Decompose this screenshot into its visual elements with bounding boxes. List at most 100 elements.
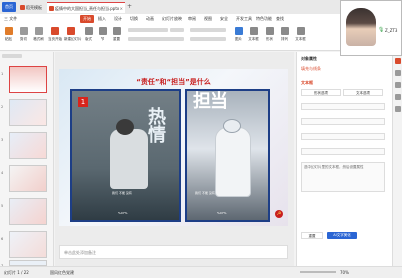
shape-button[interactable]: 形状: [263, 27, 276, 42]
format-brush-button[interactable]: 格式刷: [32, 27, 45, 42]
property-field[interactable]: [301, 148, 385, 155]
slide-thumbnail[interactable]: [9, 231, 47, 258]
card-footer: %07%: [118, 211, 128, 215]
textbox-button-2[interactable]: 文本框: [294, 27, 307, 42]
reset-button[interactable]: 重置: [110, 27, 123, 42]
microphone-icon[interactable]: 🎙: [378, 27, 384, 33]
video-call-window[interactable]: 🎙 Z_ZT3: [340, 0, 402, 56]
select-icon[interactable]: [395, 70, 401, 76]
notes-field[interactable]: 单击此处添加备注: [59, 245, 288, 259]
template-icon: [20, 5, 25, 10]
menu-design[interactable]: 设计: [114, 14, 122, 24]
property-field[interactable]: [301, 103, 385, 110]
ai-beautify-button[interactable]: AI文字美化: [327, 232, 357, 239]
party-emblem-icon: ☭: [275, 210, 283, 218]
play-from-current-button[interactable]: 当页开始: [48, 27, 62, 42]
slide[interactable]: “责任”和“担当”是什么 1 热情 我们 不能 没有 %07% 担当 我们 不能…: [59, 69, 288, 226]
big-heading-2: 担当: [193, 91, 228, 112]
menu-start[interactable]: 开始: [80, 15, 94, 23]
slide-thumbnail[interactable]: [9, 165, 47, 192]
property-icon[interactable]: [395, 58, 401, 64]
slide-thumbnail[interactable]: [9, 99, 47, 126]
section-icon: [98, 27, 107, 35]
slide-thumbnail[interactable]: [9, 198, 47, 225]
cut-button[interactable]: 剪切: [17, 27, 30, 42]
ribbon-label: 格式刷: [33, 37, 44, 41]
panel-tabs: [2, 54, 50, 60]
ppt-icon: [49, 6, 54, 11]
participant-video: [346, 8, 376, 46]
new-tab-button[interactable]: +: [127, 3, 132, 10]
menu-features[interactable]: 特色功能: [256, 14, 272, 24]
slide-thumbnail[interactable]: [9, 66, 47, 93]
photo-card-2[interactable]: 担当 我们 不能 没有 %07%: [185, 89, 270, 222]
menu-slideshow[interactable]: 幻灯片放映: [162, 14, 182, 24]
tab-fill-line[interactable]: 填充与线条: [301, 66, 321, 72]
menu-devtools[interactable]: 开发工具: [236, 14, 252, 24]
font-name-select[interactable]: [128, 28, 168, 32]
slide-counter: 幻灯片 1 / 22: [4, 270, 29, 275]
tab-label: 疫情中的大国担当_责任与担当.pptx: [55, 6, 120, 11]
tab-label: 稻壳模板: [26, 5, 42, 10]
thumb-number: 5: [1, 204, 4, 208]
font-size-select[interactable]: [170, 28, 184, 32]
status-bar: 幻灯片 1 / 22 国风红色党建 70%: [0, 266, 402, 278]
ribbon-label: 排列: [281, 37, 288, 41]
menu-view[interactable]: 视图: [204, 14, 212, 24]
textbox-button[interactable]: 文本框: [247, 27, 260, 42]
right-tool-strip: [392, 52, 402, 266]
image-button[interactable]: 图片: [232, 27, 245, 42]
arrange-button[interactable]: 排列: [278, 27, 291, 42]
thumb-number: 1: [1, 72, 4, 76]
slide-canvas: “责任”和“担当”是什么 1 热情 我们 不能 没有 %07% 担当 我们 不能…: [55, 52, 294, 266]
reset-icon: [112, 27, 121, 35]
tab-templates[interactable]: 稻壳模板: [18, 2, 46, 13]
reset-panel-button[interactable]: 重置: [301, 232, 323, 239]
menu-animation[interactable]: 动画: [146, 14, 154, 24]
zoom-slider[interactable]: [300, 271, 336, 273]
shape-options-button[interactable]: 形状选项: [301, 89, 341, 96]
ribbon-label: 当页开始: [48, 37, 62, 41]
card-caption: 我们 不能 没有: [112, 191, 132, 195]
photo-card-1[interactable]: 1 热情 我们 不能 没有 %07%: [70, 89, 181, 222]
tab-document[interactable]: 疫情中的大国担当_责任与担当.pptx ×: [47, 2, 125, 13]
big-heading-1: 热情: [148, 107, 166, 146]
menu-insert[interactable]: 插入: [98, 14, 106, 24]
alignment-row[interactable]: [190, 37, 226, 41]
home-button[interactable]: 首页: [2, 2, 16, 12]
menu-file[interactable]: 三 文件: [4, 14, 17, 24]
menu-search[interactable]: 查找: [276, 14, 284, 24]
zoom-level[interactable]: 70%: [340, 267, 349, 278]
number-badge: 1: [78, 97, 88, 107]
card-caption: 我们 不能 没有: [195, 191, 215, 195]
thumb-number: 2: [1, 105, 4, 109]
close-icon[interactable]: ×: [120, 3, 123, 13]
paste-button[interactable]: 粘贴: [2, 27, 15, 42]
participant-name: Z_ZT3: [385, 28, 398, 33]
property-field[interactable]: [301, 133, 385, 140]
paragraph-row[interactable]: [190, 28, 226, 32]
menu-review[interactable]: 审阅: [188, 14, 196, 24]
ribbon-label: 新建幻灯片: [64, 37, 82, 41]
protective-suit-figure: [215, 127, 251, 197]
menu-transition[interactable]: 切换: [130, 14, 138, 24]
slide-thumbnail[interactable]: [9, 132, 47, 159]
menu-security[interactable]: 安全: [220, 14, 228, 24]
animation-icon[interactable]: [395, 82, 401, 88]
ribbon-label: 节: [100, 37, 105, 41]
ribbon-label: 文本框: [295, 37, 306, 41]
text-options-button[interactable]: 文本选项: [343, 89, 383, 96]
section-button[interactable]: 节: [96, 27, 109, 42]
ribbon-label: 文本框: [248, 37, 259, 41]
property-field[interactable]: [301, 118, 385, 125]
scissors-icon: [19, 27, 28, 35]
help-icon[interactable]: [395, 106, 401, 112]
panel-title: 对象属性: [301, 56, 317, 61]
font-style-row[interactable]: [128, 37, 184, 41]
new-slide-button[interactable]: 新建幻灯片: [64, 27, 82, 42]
slide-title[interactable]: “责任”和“担当”是什么: [59, 77, 288, 87]
layout-button[interactable]: 版式: [82, 27, 95, 42]
settings-icon[interactable]: [395, 94, 401, 100]
theme-name: 国风红色党建: [50, 270, 74, 275]
slide-thumbnail-panel: 1 2 3 4 5 6 7: [0, 52, 54, 268]
